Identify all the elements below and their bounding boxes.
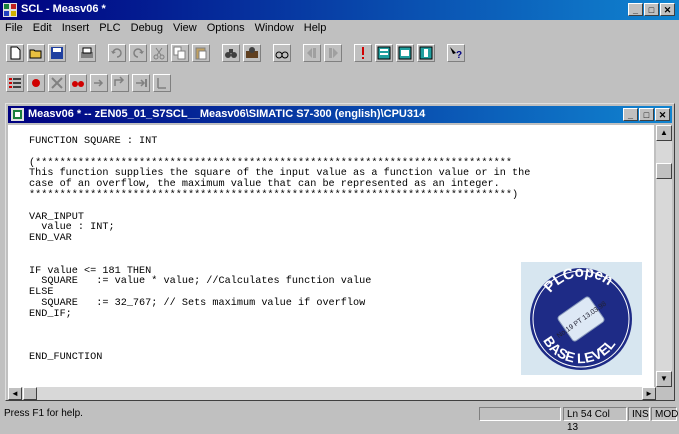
step-out-icon[interactable] (132, 74, 150, 92)
scroll-up-button[interactable]: ▲ (656, 125, 672, 141)
app-title: SCL - Measv06 * (21, 3, 106, 15)
vertical-scrollbar[interactable]: ▲ ▼ (656, 125, 672, 387)
editor-close-button[interactable]: ✕ (655, 108, 670, 121)
save-icon[interactable] (48, 44, 66, 62)
svg-text:?: ? (456, 50, 462, 60)
status-mod: MOD (651, 407, 678, 421)
scroll-down-button[interactable]: ▼ (656, 371, 672, 387)
list-icon[interactable] (6, 74, 24, 92)
paste-icon[interactable] (192, 44, 210, 62)
bookmark-next-icon[interactable] (324, 44, 342, 62)
open-icon[interactable] (27, 44, 45, 62)
block-icon[interactable] (375, 44, 393, 62)
status-position: Ln 54 Col 13 (563, 407, 627, 433)
goto-icon[interactable] (273, 44, 291, 62)
step-over-icon[interactable] (111, 74, 129, 92)
find-icon[interactable] (222, 44, 240, 62)
horizontal-scroll-thumb[interactable] (23, 387, 37, 400)
menu-debug[interactable]: Debug (126, 20, 168, 36)
minimize-button[interactable]: _ (628, 3, 643, 16)
redo-icon[interactable] (129, 44, 147, 62)
source-code[interactable]: FUNCTION SQUARE : INT (*****************… (29, 136, 530, 364)
debug-toolbar (6, 70, 171, 96)
horizontal-scrollbar[interactable]: ◄ ► (8, 387, 656, 400)
view-icon[interactable] (396, 44, 414, 62)
document-icon (11, 108, 24, 121)
print-icon[interactable] (78, 44, 96, 62)
menu-view[interactable]: View (168, 20, 202, 36)
scl-app-icon (3, 3, 17, 17)
new-icon[interactable] (6, 44, 24, 62)
close-button[interactable]: ✕ (660, 3, 675, 16)
editor-title: Measv06 * -- zEN05_01_S7SCL__Measv06\SIM… (28, 108, 426, 120)
editor-title-bar[interactable]: Measv06 * -- zEN05_01_S7SCL__Measv06\SIM… (8, 106, 672, 123)
find-replace-icon[interactable] (243, 44, 261, 62)
run-to-cursor-icon[interactable] (153, 74, 171, 92)
step-icon[interactable] (90, 74, 108, 92)
cut-icon[interactable] (150, 44, 168, 62)
undo-icon[interactable] (108, 44, 126, 62)
standard-toolbar: ? (6, 40, 465, 66)
help-context-icon[interactable]: ? (447, 44, 465, 62)
compile-icon[interactable] (354, 44, 372, 62)
status-bar: Press F1 for help. Ln 54 Col 13 INS MOD (0, 404, 679, 433)
vertical-scroll-thumb[interactable] (656, 163, 672, 179)
status-ins: INS (628, 407, 650, 421)
breakpoint-icon[interactable] (48, 74, 66, 92)
menu-options[interactable]: Options (202, 20, 250, 36)
menu-help[interactable]: Help (299, 20, 332, 36)
status-help-text: Press F1 for help. (4, 408, 83, 419)
maximize-button[interactable]: □ (644, 3, 659, 16)
record-icon[interactable] (27, 74, 45, 92)
editor-minimize-button[interactable]: _ (623, 108, 638, 121)
menu-insert[interactable]: Insert (57, 20, 95, 36)
bookmark-prev-icon[interactable] (303, 44, 321, 62)
menu-plc[interactable]: PLC (94, 20, 125, 36)
scroll-right-button[interactable]: ► (642, 387, 656, 400)
monitor-icon[interactable] (417, 44, 435, 62)
menu-bar: File Edit Insert PLC Debug View Options Window H… (0, 20, 679, 38)
menu-edit[interactable]: Edit (28, 20, 57, 36)
copy-icon[interactable] (171, 44, 189, 62)
menu-file[interactable]: File (0, 20, 28, 36)
glasses-icon[interactable] (69, 74, 87, 92)
app-title-bar[interactable]: SCL - Measv06 * _ □ ✕ (0, 0, 679, 20)
scroll-left-button[interactable]: ◄ (8, 387, 22, 400)
plcopen-base-level-badge: PLCopen BASE LEVEL No.19 PT 13.03.98 (521, 262, 642, 375)
status-empty-panel (479, 407, 561, 421)
editor-maximize-button[interactable]: □ (639, 108, 654, 121)
menu-window[interactable]: Window (250, 20, 299, 36)
